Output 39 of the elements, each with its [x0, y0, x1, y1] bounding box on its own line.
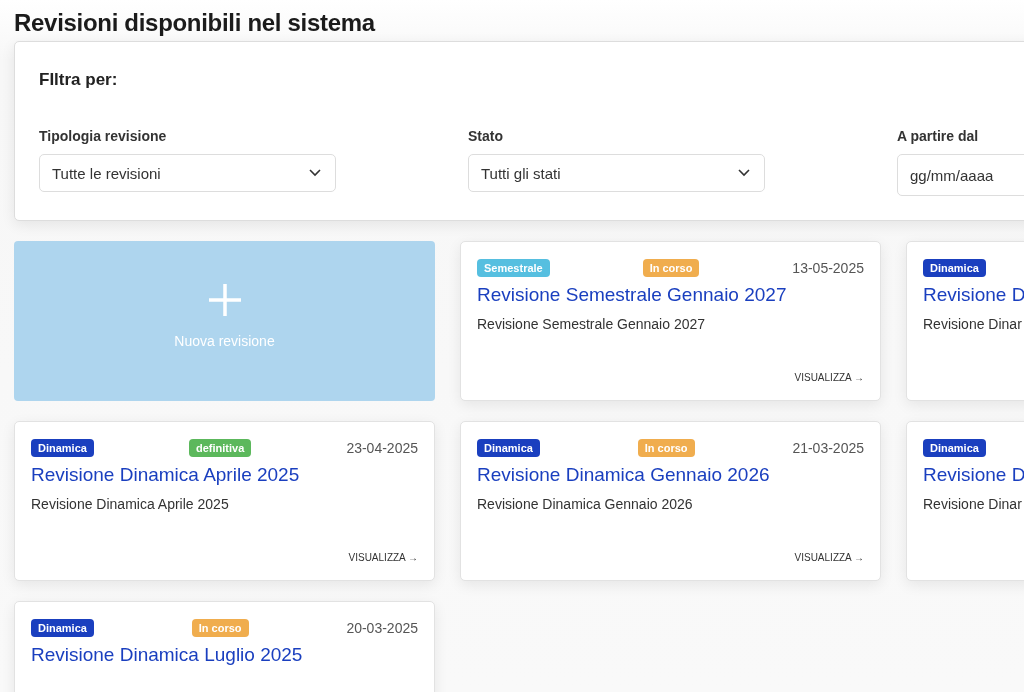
dropdown[interactable]: Tutti gli stati [468, 154, 765, 192]
revision-description: Revisione Dinar [923, 496, 1023, 512]
revision-description: Revisione Dinamica Aprile 2025 [31, 496, 230, 512]
dropdown[interactable]: Tutte le revisioni [39, 154, 336, 192]
page-title: Revisioni disponibili nel sistema [14, 8, 377, 38]
plus-icon [207, 283, 242, 317]
type-tag: Dinamica [477, 439, 540, 457]
type-tag: Semestrale [477, 259, 550, 277]
status-tag: definitiva [189, 439, 252, 457]
revision-title[interactable]: Revisione D [923, 284, 1024, 306]
chevron-down-icon [738, 169, 750, 177]
view-link[interactable]: VISUALIZZA → [794, 372, 864, 383]
revision-title[interactable]: Revisione Dinamica Gennaio 2026 [477, 464, 770, 486]
field-label: Tipologia revisione [39, 128, 168, 144]
revision-description: Revisione Semestrale Gennaio 2027 [477, 316, 707, 332]
revision-date: 13-05-2025 [792, 260, 864, 276]
revision-date: 21-03-2025 [792, 440, 864, 456]
filter-title: FIltra per: [39, 70, 119, 90]
field-label: A partire dal [897, 128, 980, 144]
type-tag: Dinamica [31, 619, 94, 637]
revision-title[interactable]: Revisione Dinamica Aprile 2025 [31, 464, 300, 486]
chevron-down-icon [309, 169, 321, 177]
revision-date: 23-04-2025 [346, 440, 418, 456]
view-link[interactable]: VISUALIZZA → [794, 552, 864, 563]
revision-title[interactable]: Revisione Dinamica Luglio 2025 [31, 644, 303, 666]
date-field[interactable]: gg/mm/aaaa [897, 154, 1024, 196]
revision-description: Revisione Dinamica Gennaio 2026 [477, 496, 694, 512]
type-tag: Dinamica [923, 259, 986, 277]
field-label: Stato [468, 128, 504, 144]
status-tag: In corso [191, 619, 249, 637]
revision-title[interactable]: Revisione D [923, 464, 1024, 486]
revision-date: 20-03-2025 [346, 620, 418, 636]
status-tag: In corso [642, 259, 700, 277]
type-tag: Dinamica [31, 439, 94, 457]
revision-description: Revisione Dinar [923, 316, 1023, 332]
view-link[interactable]: VISUALIZZA → [348, 552, 418, 563]
revision-title[interactable]: Revisione Semestrale Gennaio 2027 [477, 284, 787, 306]
status-tag: In corso [637, 439, 695, 457]
type-tag: Dinamica [923, 439, 986, 457]
